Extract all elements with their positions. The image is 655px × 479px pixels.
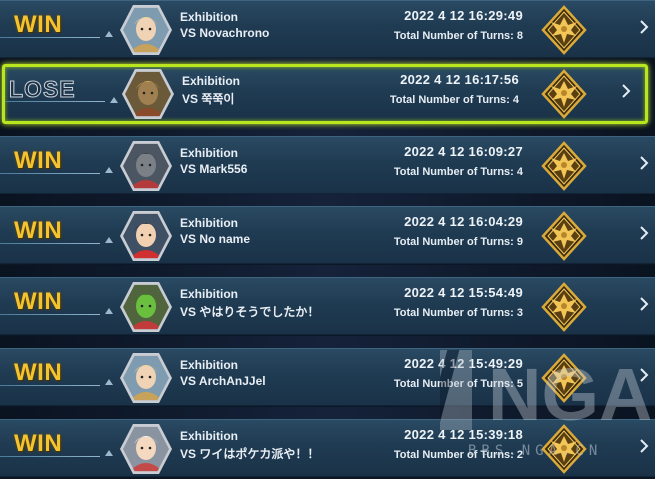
triangle-marker-icon [105,308,113,314]
match-mode: Exhibition [180,429,238,443]
match-mode: Exhibition [180,146,238,160]
result-underline [0,314,100,315]
win-label: WIN [14,11,63,38]
rank-emblem-icon [541,141,587,191]
avatar-portrait-icon [123,284,169,330]
turn-count: Total Number of Turns: 4 [389,94,519,106]
win-label: WIN [14,359,63,386]
turn-count: Total Number of Turns: 4 [393,166,523,178]
opponent-avatar [120,211,172,261]
opponent-name: VS Mark556 [180,162,248,176]
opponent-name: VS No name [180,232,251,246]
result-underline [0,456,100,457]
chevron-right-icon[interactable] [639,19,649,35]
match-datetime: 2022 4 12 15:39:18 [404,427,523,442]
result-underline [0,173,100,174]
match-row[interactable]: LOSE Exhibition VS 쭉쭉이 2022 4 12 16:17:5… [2,64,648,124]
triangle-marker-icon [105,167,113,173]
lose-label: LOSE [9,76,76,103]
chevron-right-icon[interactable] [639,367,649,383]
result-underline [0,243,100,244]
result-underline [5,101,105,102]
match-mode: Exhibition [180,287,238,301]
triangle-marker-icon [110,97,118,103]
avatar-portrait-icon [123,355,169,401]
opponent-avatar [120,141,172,191]
match-mode: Exhibition [180,10,238,24]
turn-count: Total Number of Turns: 9 [393,236,523,248]
result-underline [0,37,100,38]
triangle-marker-icon [105,450,113,456]
match-datetime: 2022 4 12 16:09:27 [404,144,523,159]
win-label: WIN [14,430,63,457]
match-row[interactable]: WIN Exhibition VS やはりそうでしたか！ 2022 4 12 1… [0,277,655,335]
opponent-name: VS 쭉쭉이 [182,92,235,106]
match-datetime: 2022 4 12 16:17:56 [400,72,519,87]
triangle-marker-icon [105,237,113,243]
win-label: WIN [14,147,63,174]
chevron-right-icon[interactable] [621,83,631,99]
rank-emblem-icon [541,211,587,261]
opponent-avatar [122,69,174,119]
opponent-name: VS ワイはポケカ派や！！ [180,447,320,461]
match-datetime: 2022 4 12 15:49:29 [404,356,523,371]
chevron-right-icon[interactable] [639,438,649,454]
opponent-avatar [120,5,172,55]
rank-emblem-icon [541,69,587,119]
turn-count: Total Number of Turns: 3 [393,307,523,319]
match-mode: Exhibition [182,74,240,88]
match-datetime: 2022 4 12 16:29:49 [404,8,523,23]
opponent-avatar [120,424,172,474]
row-separator [0,265,655,277]
match-row[interactable]: WIN Exhibition VS Mark556 2022 4 12 16:0… [0,136,655,194]
rank-emblem-icon [541,353,587,403]
rank-emblem-icon [541,5,587,55]
match-datetime: 2022 4 12 15:54:49 [404,285,523,300]
chevron-right-icon[interactable] [639,296,649,312]
opponent-avatar [120,282,172,332]
match-mode: Exhibition [180,216,238,230]
turn-count: Total Number of Turns: 8 [393,30,523,42]
row-separator [0,194,655,206]
triangle-marker-icon [105,379,113,385]
row-separator [0,407,655,419]
avatar-portrait-icon [123,213,169,259]
triangle-marker-icon [105,31,113,37]
turn-count: Total Number of Turns: 5 [393,378,523,390]
row-separator [0,124,655,136]
opponent-name: VS Novachrono [180,26,270,40]
win-label: WIN [14,217,63,244]
chevron-right-icon[interactable] [639,155,649,171]
result-underline [0,385,100,386]
match-mode: Exhibition [180,358,238,372]
match-datetime: 2022 4 12 16:04:29 [404,214,523,229]
row-separator [0,336,655,348]
rank-emblem-icon [541,282,587,332]
watermark-site-text: BBS.NGA.CN [468,443,603,459]
match-row[interactable]: WIN Exhibition VS ArchAnJJel 2022 4 12 1… [0,348,655,406]
avatar-portrait-icon [125,71,171,117]
opponent-name: VS ArchAnJJel [180,374,266,388]
avatar-portrait-icon [123,7,169,53]
match-row[interactable]: WIN Exhibition VS Novachrono 2022 4 12 1… [0,0,655,58]
avatar-portrait-icon [123,426,169,472]
opponent-name: VS やはりそうでしたか！ [180,305,320,319]
opponent-avatar [120,353,172,403]
chevron-right-icon[interactable] [639,225,649,241]
match-row[interactable]: WIN Exhibition VS No name 2022 4 12 16:0… [0,206,655,264]
win-label: WIN [14,288,63,315]
avatar-portrait-icon [123,143,169,189]
